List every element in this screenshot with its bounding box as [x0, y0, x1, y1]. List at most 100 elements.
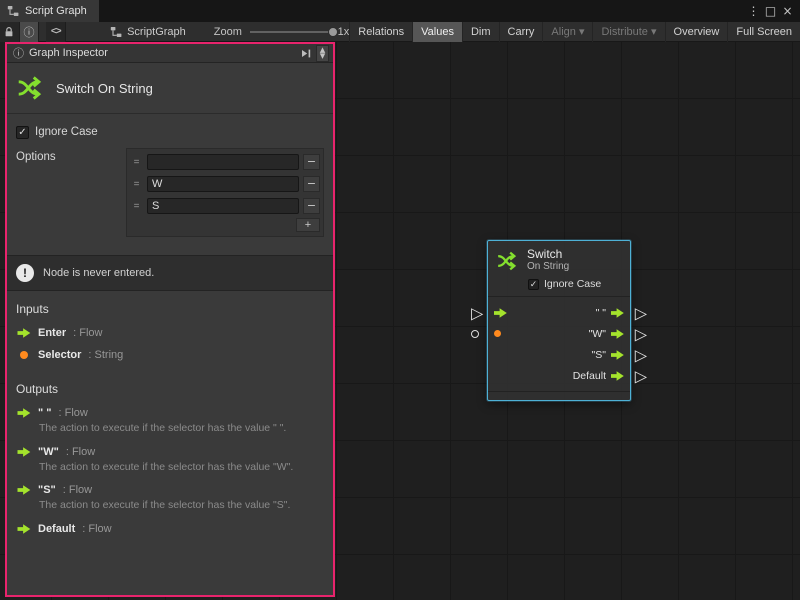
switch-on-string-node[interactable]: Switch On String ✓ Ignore Case " " [487, 240, 631, 401]
zoom-slider[interactable] [250, 22, 332, 42]
unity-script-graph-window: Script Graph ⋮ □ × ⓘ <> ScriptGraph Zoom… [0, 0, 800, 600]
option-input-2[interactable] [147, 198, 299, 214]
warning-text: Node is never entered. [43, 267, 154, 279]
carry-button[interactable]: Carry [499, 22, 543, 42]
zoom-label: Zoom [214, 26, 242, 38]
drag-handle-icon[interactable]: = [130, 157, 143, 168]
code-icon: <> [51, 26, 61, 37]
output-connector-icon[interactable]: ▷ [635, 366, 647, 385]
inspector-toggle-button[interactable]: ⓘ [20, 22, 40, 42]
enter-connector-icon[interactable]: ▷ [471, 303, 483, 322]
flow-arrow-icon [611, 350, 624, 360]
graph-breadcrumb[interactable]: ScriptGraph [110, 26, 186, 38]
distribute-button[interactable]: Distribute ▾ [592, 22, 664, 42]
selector-port[interactable] [494, 330, 501, 337]
option-row: = − [130, 174, 320, 194]
flow-arrow-icon [17, 485, 31, 495]
window-controls: ⋮ □ × [745, 0, 796, 22]
value-dot-icon [494, 330, 501, 337]
code-view-button[interactable]: <> [46, 22, 66, 42]
values-button[interactable]: Values [412, 22, 462, 42]
graph-toolbar: ⓘ <> ScriptGraph Zoom 1x Relations Value… [0, 22, 800, 42]
node-settings-section: ✓ Ignore Case Options = − = [7, 114, 333, 243]
remove-option-button[interactable]: − [303, 198, 320, 214]
window-close-icon[interactable]: × [779, 4, 796, 18]
overview-button[interactable]: Overview [665, 22, 728, 42]
remove-option-button[interactable]: − [303, 176, 320, 192]
drag-handle-icon[interactable]: = [130, 179, 143, 190]
flow-arrow-icon [17, 328, 31, 338]
window-tab-label: Script Graph [25, 5, 87, 17]
drag-handle-icon[interactable]: = [130, 201, 143, 212]
align-button[interactable]: Align ▾ [542, 22, 592, 42]
inspector-title: Graph Inspector [29, 47, 108, 59]
options-list: = − = − = − [126, 148, 324, 237]
node-title-section: Switch On String [7, 63, 333, 114]
inputs-section: Inputs Enter : Flow Selector : String [7, 291, 333, 361]
port-row-default: Default ▷ [488, 365, 630, 386]
output-port-space[interactable]: " " [596, 307, 624, 319]
node-ignore-case-checkbox[interactable]: ✓ [528, 279, 539, 290]
output-port-description: The action to execute if the selector ha… [39, 499, 324, 513]
option-input-1[interactable] [147, 176, 299, 192]
scroll-spinner[interactable]: ▴ ▾ [316, 45, 329, 62]
warning-icon: ! [16, 264, 34, 282]
switch-icon [16, 73, 46, 103]
input-port-row: Selector : String [17, 349, 324, 361]
zoom-slider-track[interactable] [250, 31, 332, 33]
output-port-row: "W" : Flow [17, 446, 324, 458]
value-dot-icon [20, 351, 28, 359]
output-port-w[interactable]: "W" [589, 328, 624, 340]
zoom-slider-handle[interactable] [328, 27, 338, 37]
output-port-s[interactable]: "S" [592, 349, 624, 361]
option-input-0[interactable] [147, 154, 299, 170]
spin-down-icon[interactable]: ▾ [320, 53, 326, 59]
info-icon: ⓘ [13, 45, 24, 61]
output-connector-icon[interactable]: ▷ [635, 345, 647, 364]
output-port-row: " " : Flow [17, 407, 324, 419]
switch-icon [496, 249, 520, 273]
port-row-s: "S" ▷ [488, 344, 630, 365]
node-header[interactable]: Switch On String [488, 241, 630, 275]
graph-name-label: ScriptGraph [127, 26, 186, 38]
window-tab-script-graph[interactable]: Script Graph [0, 0, 99, 22]
flow-arrow-icon [611, 308, 624, 318]
output-connector-icon[interactable]: ▷ [635, 303, 647, 322]
flow-arrow-icon [17, 524, 31, 534]
zoom-value: 1x [338, 26, 350, 38]
ignore-case-checkbox[interactable]: ✓ [16, 126, 29, 139]
fullscreen-button[interactable]: Full Screen [727, 22, 800, 42]
output-port-description: The action to execute if the selector ha… [39, 422, 324, 436]
flow-arrow-icon [611, 371, 624, 381]
port-row-enter: " " ▷ ▷ [488, 302, 630, 323]
input-port-row: Enter : Flow [17, 327, 324, 339]
option-row: = − [130, 196, 320, 216]
output-port-description: The action to execute if the selector ha… [39, 461, 324, 475]
node-ports: " " ▷ ▷ "W" ▷ [488, 297, 630, 391]
node-ignore-case-row: ✓ Ignore Case [488, 275, 630, 296]
output-port-default[interactable]: Default [573, 370, 624, 382]
option-row: = − [130, 152, 320, 172]
lock-button[interactable] [0, 22, 20, 42]
flow-arrow-icon [494, 308, 507, 318]
ignore-case-label: Ignore Case [35, 126, 98, 138]
inspector-header: ⓘ Graph Inspector ▴ ▾ [7, 44, 333, 63]
info-icon: ⓘ [23, 24, 34, 40]
window-menu-icon[interactable]: ⋮ [745, 4, 762, 18]
node-footer [488, 392, 630, 400]
options-label: Options [16, 148, 126, 237]
main-area: Switch On String ✓ Ignore Case " " [0, 42, 800, 600]
output-port-row: "S" : Flow [17, 484, 324, 496]
remove-option-button[interactable]: − [303, 154, 320, 170]
window-maximize-icon[interactable]: □ [762, 4, 779, 18]
enter-port[interactable] [494, 308, 507, 318]
selector-connector-icon[interactable] [471, 330, 479, 338]
output-connector-icon[interactable]: ▷ [635, 324, 647, 343]
dim-button[interactable]: Dim [462, 22, 499, 42]
dock-right-icon[interactable] [301, 48, 312, 59]
add-option-button[interactable]: + [296, 218, 320, 232]
relations-button[interactable]: Relations [349, 22, 412, 42]
warning-banner: ! Node is never entered. [7, 255, 333, 291]
flow-arrow-icon [611, 329, 624, 339]
node-title: Switch [527, 248, 569, 261]
